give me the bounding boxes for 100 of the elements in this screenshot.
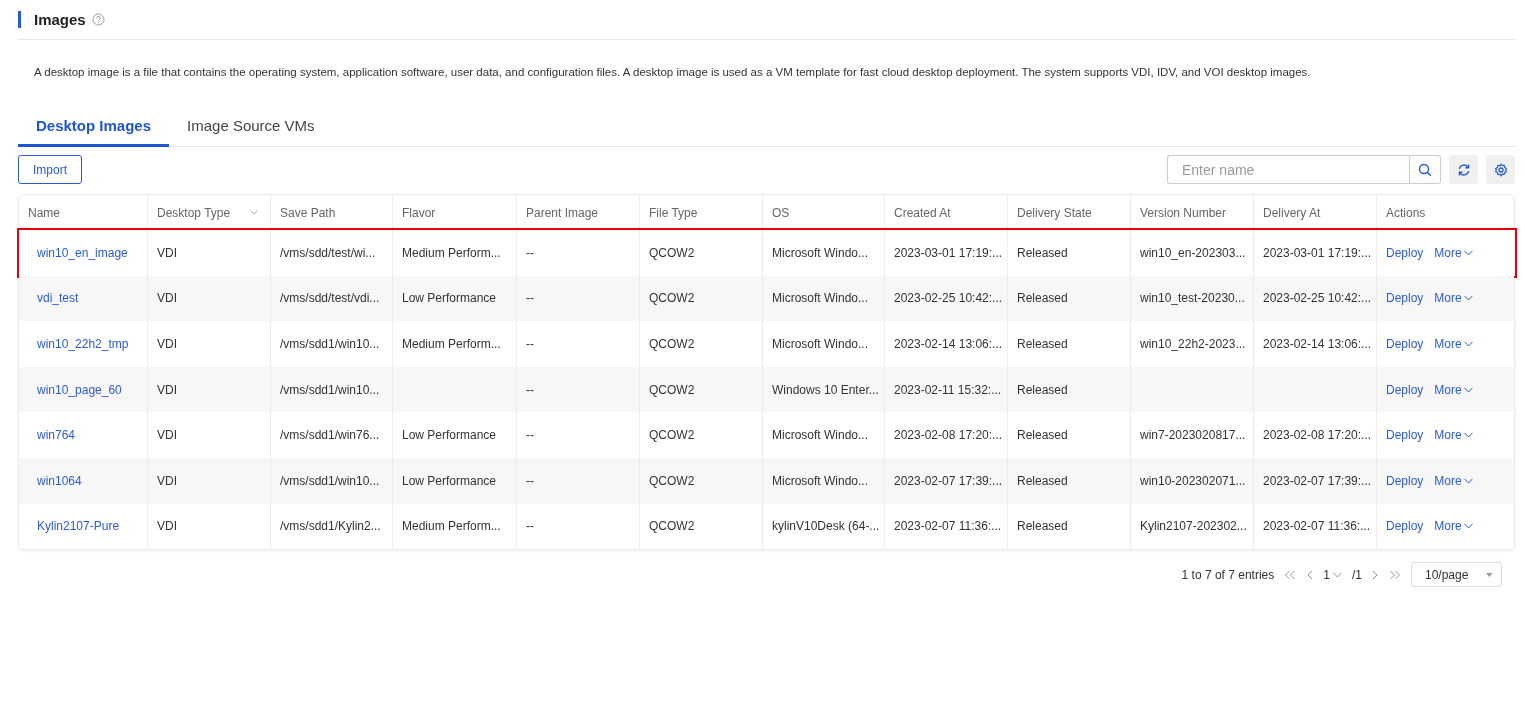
settings-button[interactable] [1486,155,1515,184]
name-link[interactable]: win1064 [19,457,148,504]
chevron-icon [1333,571,1342,578]
column-header: Delivery At [1254,195,1377,230]
table-cell: 2023-02-07 17:39:... [1254,457,1377,504]
table-cell: -- [517,321,640,367]
table-cell: Microsoft Windo... [763,321,885,367]
table-cell: VDI [148,366,271,413]
more-dropdown[interactable]: More [1434,337,1473,351]
table-cell: 2023-02-25 10:42:... [885,275,1008,322]
name-link[interactable]: Kylin2107-Pure [19,503,148,550]
table-cell: Windows 10 Enter... [763,366,885,413]
search-field[interactable]: Enter name [1167,155,1409,184]
table-cell: kylinV10Desk (64-... [763,503,885,550]
deploy-link[interactable]: Deploy [1386,245,1424,260]
table-cell: Released [1008,321,1131,367]
table-cell: -- [517,230,640,276]
table-cell: 2023-02-07 17:39:... [885,457,1008,504]
chevron-icon [1463,386,1473,393]
column-header: Flavor [393,195,517,230]
tab[interactable]: Image Source VMs [169,117,333,147]
table-cell: QCOW2 [640,457,763,504]
table-cell: win10-202302071... [1131,457,1254,504]
deploy-link[interactable]: Deploy [1386,473,1424,488]
name-link[interactable]: win10_page_60 [19,366,148,413]
table-cell: QCOW2 [640,321,763,367]
last-page-icon [1389,569,1401,580]
chevron-icon [1463,295,1473,302]
more-dropdown[interactable]: More [1434,245,1473,260]
table-cell: 2023-02-14 13:06:... [885,321,1008,367]
table-cell: Microsoft Windo... [763,230,885,276]
name-link[interactable]: win10_en_image [19,230,148,276]
deploy-link[interactable]: Deploy [1386,519,1424,534]
search-button[interactable] [1409,155,1441,184]
refresh-button[interactable] [1449,155,1478,184]
column-header: Version Number [1131,195,1254,230]
table-cell: 2023-02-08 17:20:... [1254,412,1377,458]
deploy-link[interactable]: Deploy [1386,291,1424,306]
table-cell: VDI [148,412,271,458]
column-header: Delivery State [1008,195,1131,230]
table-cell: /vms/sdd1/win10... [271,366,393,413]
page-size-select[interactable]: 10/page [1411,562,1502,588]
deploy-link[interactable]: Deploy [1386,382,1424,397]
next-page-icon [1372,569,1379,580]
page-title: Images [34,11,86,28]
table-cell: /vms/sdd1/win10... [271,457,393,504]
table-cell: 2023-02-14 13:06:... [1254,321,1377,367]
more-dropdown[interactable]: More [1434,382,1473,397]
table-cell: Kylin2107-202302... [1131,503,1254,550]
table-cell: Released [1008,275,1131,322]
table-cell: 2023-03-01 17:19:... [1254,230,1377,276]
table-cell: Microsoft Windo... [763,275,885,322]
column-header: File Type [640,195,763,230]
chevron-icon [1463,432,1473,439]
more-dropdown[interactable]: More [1434,519,1473,534]
chevron-icon [1463,523,1473,530]
more-dropdown[interactable]: More [1434,428,1473,443]
table-cell: win10_en-202303... [1131,230,1254,276]
table-cell: -- [517,503,640,550]
column-header: Actions [1385,204,1427,222]
name-link[interactable]: win764 [19,412,148,458]
previous-page-icon [1306,569,1314,580]
chevron-icon [1463,249,1473,256]
description-text: A desktop image is a file that contains the operating system, application software, user data, and configuration files. A desktop image is used as a VM template for fast cloud desktop deployment. The system supports VDI, IDV, and VOI desktop images. [34,65,1312,79]
more-dropdown[interactable]: More [1434,291,1473,306]
deploy-link[interactable]: Deploy [1386,337,1424,351]
search-icon [1418,162,1432,177]
page-number: 1 [1323,567,1330,582]
table-cell: Released [1008,230,1131,276]
title-accent-bar [18,11,21,28]
table-cell: Released [1008,503,1131,550]
table-cell: QCOW2 [640,503,763,550]
more-dropdown[interactable]: More [1434,473,1473,488]
table-cell: VDI [148,321,271,367]
deploy-link[interactable]: Deploy [1386,428,1424,443]
help-icon [91,13,105,26]
dropdown-icon [1486,572,1493,577]
table-cell: 2023-02-11 15:32:... [885,366,1008,413]
table-cell: /vms/sdd1/win10... [271,321,393,367]
name-link[interactable]: win10_22h2_tmp [19,321,148,367]
table-cell: win7-2023020817... [1131,412,1254,458]
table-cell: win10_test-20230... [1131,275,1254,322]
table-cell: Low Performance [393,275,517,322]
table-cell: -- [517,275,640,322]
import-button[interactable]: Import [18,155,82,184]
first-page-icon [1284,569,1297,580]
table-cell: Medium Perform... [393,321,517,367]
table-cell: Low Performance [393,412,517,458]
table-cell: -- [517,412,640,458]
tab[interactable]: Desktop Images [18,117,170,147]
page-size-value: 10/page [1425,567,1469,582]
table-cell: /vms/sdd1/Kylin2... [271,503,393,550]
table-cell: Microsoft Windo... [763,457,885,504]
column-header: Name [19,195,148,230]
page-select[interactable]: 1 [1323,567,1342,582]
name-link[interactable]: vdi_test [19,275,148,322]
table-cell: VDI [148,275,271,322]
table-cell: win10_22h2-2023... [1131,321,1254,367]
table-cell: Microsoft Windo... [763,412,885,458]
table-cell: Released [1008,457,1131,504]
